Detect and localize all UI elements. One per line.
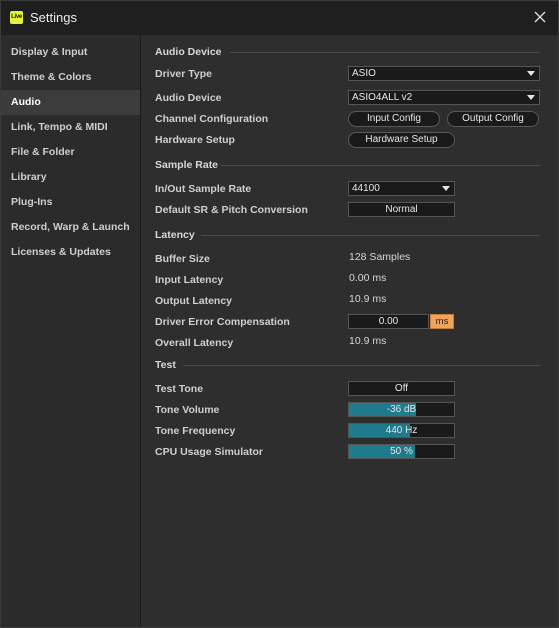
overall-latency-label: Overall Latency: [155, 337, 234, 349]
in-out-sample-rate-label: In/Out Sample Rate: [155, 183, 252, 195]
input-latency-value: 0.00 ms: [349, 272, 387, 284]
app-logo: Live: [10, 11, 23, 24]
tone-volume-value: -36 dB: [386, 404, 417, 415]
settings-sidebar: Display & Input Theme & Colors Audio Lin…: [1, 35, 141, 627]
section-divider: [183, 365, 540, 366]
cpu-usage-simulator-label: CPU Usage Simulator: [155, 446, 263, 458]
close-icon[interactable]: [530, 7, 550, 27]
chevron-down-icon: [442, 186, 450, 191]
driver-error-compensation-input[interactable]: 0.00: [348, 314, 429, 329]
audio-device-dropdown[interactable]: ASIO4ALL v2: [348, 90, 540, 105]
driver-type-label: Driver Type: [155, 68, 212, 80]
sidebar-item-record-warp-launch[interactable]: Record, Warp & Launch: [1, 215, 140, 240]
tone-volume-label: Tone Volume: [155, 404, 220, 416]
buffer-size-label: Buffer Size: [155, 253, 210, 265]
driver-type-value: ASIO: [352, 68, 376, 79]
section-divider: [230, 52, 540, 53]
test-tone-toggle[interactable]: Off: [348, 381, 455, 396]
sample-rate-dropdown[interactable]: 44100: [348, 181, 455, 196]
hardware-setup-button[interactable]: Hardware Setup: [348, 132, 455, 148]
audio-device-value: ASIO4ALL v2: [352, 92, 413, 103]
section-divider: [201, 235, 540, 236]
output-config-button[interactable]: Output Config: [447, 111, 539, 127]
tone-volume-slider[interactable]: -36 dB: [348, 402, 455, 417]
overall-latency-value: 10.9 ms: [349, 335, 387, 347]
cpu-usage-simulator-value: 50 %: [390, 446, 413, 457]
audio-device-label: Audio Device: [155, 92, 222, 104]
settings-window: Live Settings Display & Input Theme & Co…: [0, 0, 559, 628]
sidebar-item-licenses-updates[interactable]: Licenses & Updates: [1, 240, 140, 265]
sample-rate-value: 44100: [352, 183, 380, 194]
buffer-size-value: 128 Samples: [349, 251, 411, 263]
window-title: Settings: [30, 10, 77, 25]
driver-type-dropdown[interactable]: ASIO: [348, 66, 540, 81]
section-heading-latency: Latency: [155, 229, 195, 241]
driver-error-compensation-label: Driver Error Compensation: [155, 316, 290, 328]
sidebar-item-display-input[interactable]: Display & Input: [1, 40, 140, 65]
input-latency-label: Input Latency: [155, 274, 224, 286]
ms-unit-toggle[interactable]: ms: [430, 314, 454, 329]
section-divider: [221, 165, 540, 166]
channel-configuration-label: Channel Configuration: [155, 113, 269, 125]
title-bar: Live Settings: [1, 1, 558, 35]
output-latency-value: 10.9 ms: [349, 293, 387, 305]
sidebar-item-audio[interactable]: Audio: [1, 90, 140, 115]
cpu-usage-simulator-slider[interactable]: 50 %: [348, 444, 455, 459]
chevron-down-icon: [527, 95, 535, 100]
default-sr-label: Default SR & Pitch Conversion: [155, 204, 308, 216]
hardware-setup-label: Hardware Setup: [155, 134, 235, 146]
section-heading-audio-device: Audio Device: [155, 46, 222, 58]
sidebar-item-theme-colors[interactable]: Theme & Colors: [1, 65, 140, 90]
section-heading-sample-rate: Sample Rate: [155, 159, 219, 171]
test-tone-label: Test Tone: [155, 383, 204, 395]
chevron-down-icon: [527, 71, 535, 76]
sidebar-item-link-tempo-midi[interactable]: Link, Tempo & MIDI: [1, 115, 140, 140]
section-heading-test: Test: [155, 359, 176, 371]
tone-frequency-slider[interactable]: 440 Hz: [348, 423, 455, 438]
input-config-button[interactable]: Input Config: [348, 111, 440, 127]
tone-frequency-value: 440 Hz: [385, 425, 418, 436]
sidebar-item-plug-ins[interactable]: Plug-Ins: [1, 190, 140, 215]
tone-frequency-label: Tone Frequency: [155, 425, 236, 437]
default-sr-selector[interactable]: Normal: [348, 202, 455, 217]
sidebar-item-library[interactable]: Library: [1, 165, 140, 190]
output-latency-label: Output Latency: [155, 295, 233, 307]
sidebar-item-file-folder[interactable]: File & Folder: [1, 140, 140, 165]
audio-settings-panel: Audio Device Driver Type ASIO Audio Devi…: [141, 35, 558, 627]
